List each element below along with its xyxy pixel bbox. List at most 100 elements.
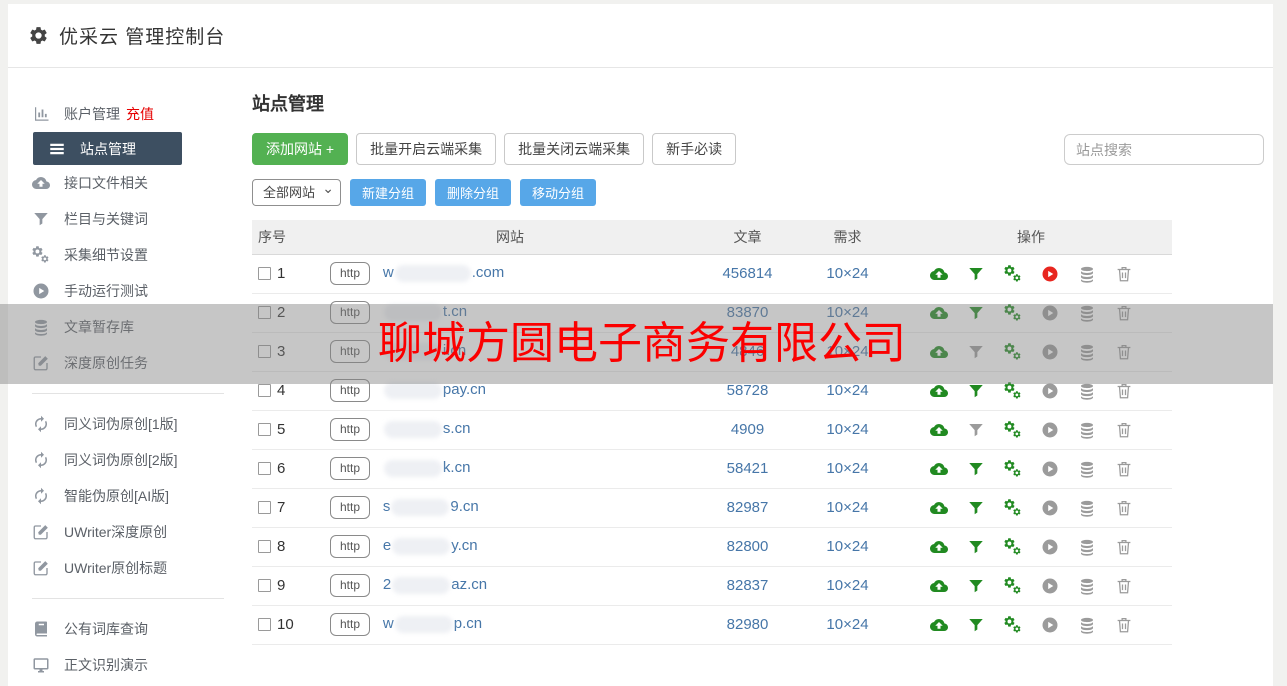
delete-action-icon[interactable] [1115,538,1133,556]
site-domain-link[interactable]: pay.cn [383,381,486,399]
cloud-upload-action-icon[interactable] [930,421,948,439]
row-checkbox[interactable] [258,462,271,475]
settings-action-icon[interactable] [1004,616,1022,634]
demand-value[interactable]: 10×24 [826,577,868,594]
site-domain-link[interactable]: t.cn [383,303,467,321]
row-checkbox[interactable] [258,345,271,358]
cloud-upload-action-icon[interactable] [930,499,948,517]
row-checkbox[interactable] [258,306,271,319]
filter-action-icon[interactable] [967,460,985,478]
demand-value[interactable]: 10×24 [826,304,868,321]
site-domain-link[interactable]: k.cn [383,459,470,477]
storage-action-icon[interactable] [1078,382,1096,400]
batch-open-cloud-collect-button[interactable]: 批量开启云端采集 [356,133,497,165]
storage-action-icon[interactable] [1078,304,1096,322]
delete-action-icon[interactable] [1115,616,1133,634]
sidebar-item-columns-keywords[interactable]: 栏目与关键词 [8,201,224,237]
sidebar-item-uwriter-deep[interactable]: UWriter深度原创 [8,514,224,550]
sidebar-item-ai-rewrite[interactable]: 智能伪原创[AI版] [8,478,224,514]
delete-action-icon[interactable] [1115,421,1133,439]
sidebar-item-account[interactable]: 账户管理 充值 [8,96,224,132]
http-button[interactable]: http [330,613,371,636]
sidebar-item-deep-original-task[interactable]: 深度原创任务 [8,345,224,381]
move-group-button[interactable]: 移动分组 [520,179,597,206]
site-domain-link[interactable]: s 9.cn [383,498,479,516]
batch-close-cloud-collect-button[interactable]: 批量关闭云端采集 [504,133,645,165]
settings-action-icon[interactable] [1004,265,1022,283]
filter-action-icon[interactable] [967,265,985,283]
run-action-icon[interactable] [1041,616,1059,634]
sidebar-item-synonym-rewrite-v2[interactable]: 同义词伪原创[2版] [8,442,224,478]
article-count[interactable]: 82800 [727,538,769,555]
filter-action-icon[interactable] [967,304,985,322]
row-checkbox[interactable] [258,618,271,631]
settings-action-icon[interactable] [1004,577,1022,595]
storage-action-icon[interactable] [1078,460,1096,478]
settings-action-icon[interactable] [1004,460,1022,478]
site-search-input[interactable] [1064,134,1264,165]
site-domain-link[interactable]: w .com [383,264,504,282]
cloud-upload-action-icon[interactable] [930,577,948,595]
site-domain-link[interactable]: i.cn [383,342,466,360]
run-action-icon[interactable] [1041,577,1059,595]
article-count[interactable]: 58421 [727,460,769,477]
http-button[interactable]: http [330,379,371,402]
cloud-upload-action-icon[interactable] [930,304,948,322]
beginner-guide-button[interactable]: 新手必读 [652,133,737,165]
cloud-upload-action-icon[interactable] [930,343,948,361]
http-button[interactable]: http [330,418,371,441]
filter-action-icon[interactable] [967,382,985,400]
filter-action-icon[interactable] [967,538,985,556]
run-action-icon[interactable] [1041,499,1059,517]
article-count[interactable]: 82980 [727,616,769,633]
row-checkbox[interactable] [258,267,271,280]
delete-action-icon[interactable] [1115,265,1133,283]
row-checkbox[interactable] [258,384,271,397]
article-count[interactable]: 82987 [727,499,769,516]
demand-value[interactable]: 10×24 [826,265,868,282]
filter-action-icon[interactable] [967,577,985,595]
run-action-icon[interactable] [1041,421,1059,439]
site-domain-link[interactable]: s.cn [383,420,470,438]
site-domain-link[interactable]: e y.cn [383,537,478,555]
filter-action-icon[interactable] [967,421,985,439]
http-button[interactable]: http [330,340,371,363]
run-action-icon[interactable] [1041,304,1059,322]
run-action-icon[interactable] [1041,538,1059,556]
recharge-link[interactable]: 充值 [126,104,154,124]
sidebar-item-public-lexicon[interactable]: 公有词库查询 [8,611,224,647]
http-button[interactable]: http [330,574,371,597]
sidebar-item-body-recognition-demo[interactable]: 正文识别演示 [8,647,224,683]
http-button[interactable]: http [330,457,371,480]
cloud-upload-action-icon[interactable] [930,382,948,400]
sidebar-item-uwriter-title[interactable]: UWriter原创标题 [8,550,224,586]
delete-action-icon[interactable] [1115,499,1133,517]
settings-action-icon[interactable] [1004,343,1022,361]
storage-action-icon[interactable] [1078,538,1096,556]
demand-value[interactable]: 10×24 [826,616,868,633]
group-filter-select[interactable]: 全部网站 [252,179,341,206]
cloud-upload-action-icon[interactable] [930,460,948,478]
settings-action-icon[interactable] [1004,421,1022,439]
storage-action-icon[interactable] [1078,616,1096,634]
delete-group-button[interactable]: 删除分组 [435,179,512,206]
delete-action-icon[interactable] [1115,382,1133,400]
sidebar-item-site-management[interactable]: 站点管理 [33,132,182,165]
site-domain-link[interactable]: w p.cn [383,615,482,633]
run-action-icon[interactable] [1041,382,1059,400]
demand-value[interactable]: 10×24 [826,343,868,360]
filter-action-icon[interactable] [967,343,985,361]
cloud-upload-action-icon[interactable] [930,538,948,556]
new-group-button[interactable]: 新建分组 [350,179,427,206]
storage-action-icon[interactable] [1078,421,1096,439]
demand-value[interactable]: 10×24 [826,460,868,477]
add-site-button[interactable]: 添加网站 + [252,133,349,165]
run-action-icon[interactable] [1041,460,1059,478]
row-checkbox[interactable] [258,579,271,592]
article-count[interactable]: 58728 [727,382,769,399]
run-action-icon[interactable] [1041,265,1059,283]
sidebar-item-collect-settings[interactable]: 采集细节设置 [8,237,224,273]
cloud-upload-action-icon[interactable] [930,616,948,634]
row-checkbox[interactable] [258,501,271,514]
filter-action-icon[interactable] [967,616,985,634]
